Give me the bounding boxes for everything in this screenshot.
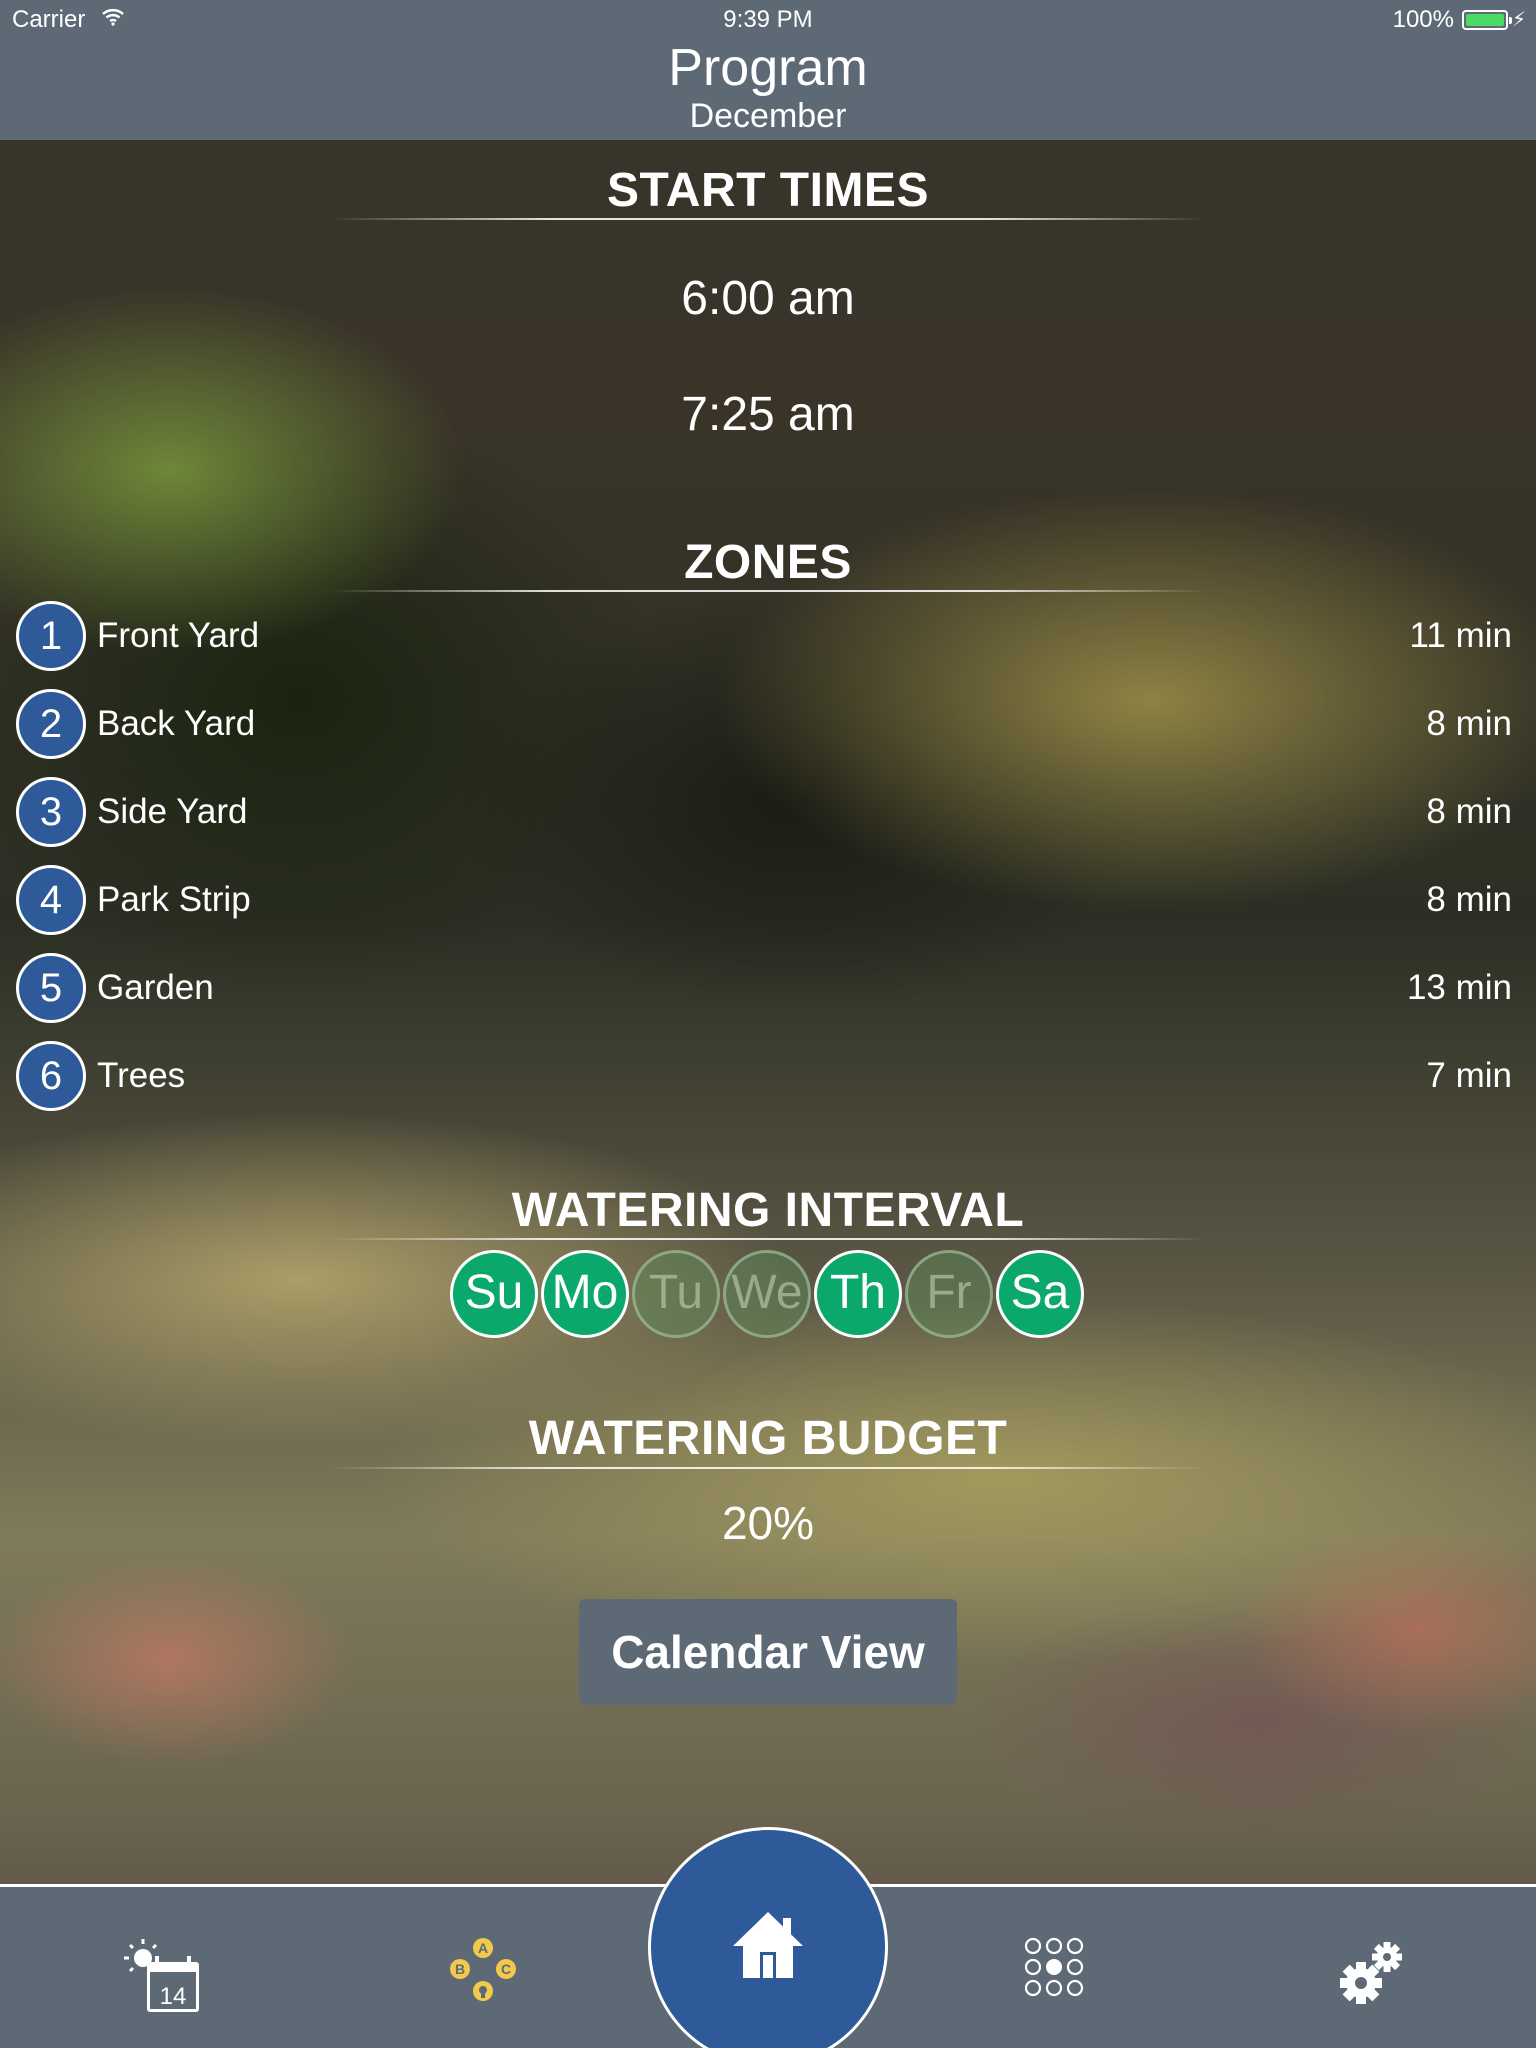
zone-name: Park Strip [97, 880, 251, 919]
tab-weather-calendar[interactable]: 14 [77, 1887, 277, 2048]
day-toggle-sunday[interactable]: Su [450, 1250, 538, 1338]
zone-number-badge: 5 [16, 953, 86, 1023]
day-selector: Su Mo Tu We Th Fr Sa [450, 1250, 1086, 1338]
start-times-header: START TIMES [607, 164, 929, 217]
zone-name: Trees [97, 1056, 186, 1095]
settings-gears-icon [1340, 1942, 1402, 2004]
zone-row[interactable]: 5 Garden 13 min [0, 953, 1536, 1029]
day-toggle-saturday[interactable]: Sa [996, 1250, 1084, 1338]
day-toggle-friday[interactable]: Fr [905, 1250, 993, 1338]
watering-budget-value[interactable]: 20% [0, 1495, 1536, 1551]
zone-number-badge: 3 [16, 777, 86, 847]
watering-interval-divider [330, 1238, 1206, 1240]
zone-duration: 11 min [1409, 616, 1512, 655]
abc-letter-a: A [478, 1940, 488, 1956]
tab-settings[interactable] [1272, 1887, 1472, 2048]
day-toggle-wednesday[interactable]: We [723, 1250, 811, 1338]
zone-row[interactable]: 4 Park Strip 8 min [0, 865, 1536, 941]
start-time-item[interactable]: 7:25 am [0, 387, 1536, 443]
day-toggle-tuesday[interactable]: Tu [632, 1250, 720, 1338]
tab-abc-programs[interactable]: A B C [383, 1887, 583, 2048]
battery-icon [1462, 10, 1512, 30]
zone-duration: 8 min [1426, 880, 1512, 919]
zone-name: Garden [97, 968, 214, 1007]
zones-divider [330, 590, 1206, 592]
abc-programs-icon: A B C [450, 1938, 516, 2001]
zone-number-badge: 2 [16, 689, 86, 759]
zone-duration: 8 min [1426, 792, 1512, 831]
charging-bolt-icon: ⚡ [1511, 9, 1526, 31]
nav-bar: Program December [0, 40, 1536, 140]
watering-budget-divider [330, 1467, 1206, 1469]
zone-name: Side Yard [97, 792, 248, 831]
watering-interval-header: WATERING INTERVAL [511, 1184, 1025, 1237]
zone-name: Front Yard [97, 616, 260, 655]
zones-grid-icon [1024, 1937, 1084, 1997]
calendar-day-number: 14 [160, 1983, 187, 2010]
zone-number-badge: 6 [16, 1041, 86, 1111]
zone-row[interactable]: 3 Side Yard 8 min [0, 777, 1536, 853]
zone-duration: 8 min [1426, 704, 1512, 743]
calendar-view-button[interactable]: Calendar View [579, 1599, 957, 1705]
zone-row[interactable]: 6 Trees 7 min [0, 1041, 1536, 1117]
watering-budget-header: WATERING BUDGET [528, 1412, 1008, 1465]
zones-header: ZONES [684, 536, 852, 589]
start-time-item[interactable]: 6:00 am [0, 271, 1536, 327]
day-toggle-thursday[interactable]: Th [814, 1250, 902, 1338]
start-times-divider [330, 218, 1206, 220]
page-subtitle: December [689, 97, 847, 135]
day-toggle-monday[interactable]: Mo [541, 1250, 629, 1338]
status-bar: Carrier 9:39 PM 100% ⚡ [0, 0, 1536, 40]
zone-number-badge: 4 [16, 865, 86, 935]
tab-zones[interactable] [952, 1887, 1152, 2048]
zone-duration: 13 min [1406, 968, 1512, 1007]
status-time: 9:39 PM [723, 6, 813, 33]
battery-percent: 100% [1392, 6, 1454, 33]
page-title: Program [668, 39, 868, 97]
abc-letter-c: C [501, 1961, 511, 1977]
zone-number-badge: 1 [16, 601, 86, 671]
home-icon [733, 1912, 803, 1978]
zone-name: Back Yard [97, 704, 256, 743]
weather-calendar-icon: 14 [124, 1939, 199, 2012]
abc-letter-b: B [455, 1961, 465, 1977]
zone-row[interactable]: 1 Front Yard 11 min [0, 601, 1536, 677]
zone-row[interactable]: 2 Back Yard 8 min [0, 689, 1536, 765]
zone-duration: 7 min [1426, 1056, 1512, 1095]
